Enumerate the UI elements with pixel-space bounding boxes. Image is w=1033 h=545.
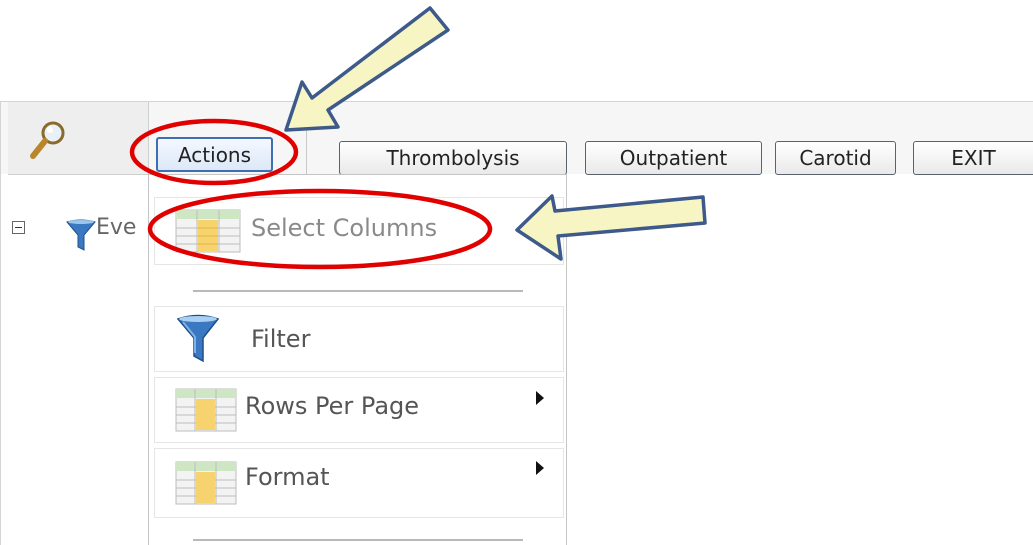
filter-icon bbox=[66, 219, 96, 251]
table-columns-icon bbox=[175, 209, 241, 253]
menu-item-select-columns[interactable]: Select Columns bbox=[154, 197, 564, 265]
menu-item-rows-per-page[interactable]: Rows Per Page bbox=[154, 377, 564, 443]
table-format-icon bbox=[175, 461, 237, 505]
select-columns-label: Select Columns bbox=[251, 214, 438, 242]
menu-item-format[interactable]: Format bbox=[154, 448, 564, 518]
tree-item-label[interactable]: Eve bbox=[96, 215, 136, 240]
filter-icon bbox=[177, 314, 219, 363]
format-label: Format bbox=[245, 463, 330, 491]
carotid-button[interactable]: Carotid bbox=[775, 141, 896, 175]
actions-button[interactable]: Actions bbox=[156, 137, 273, 172]
menu-separator bbox=[193, 539, 523, 541]
menu-separator bbox=[193, 290, 523, 292]
table-rows-icon bbox=[175, 388, 237, 432]
rows-per-page-label: Rows Per Page bbox=[245, 392, 420, 420]
thrombolysis-button[interactable]: Thrombolysis bbox=[339, 141, 567, 175]
menu-item-filter[interactable]: Filter bbox=[154, 306, 564, 372]
submenu-arrow-icon bbox=[536, 391, 544, 405]
toolbar-divider bbox=[306, 102, 307, 174]
search-icon[interactable] bbox=[28, 118, 68, 162]
exit-button[interactable]: EXIT bbox=[913, 141, 1033, 175]
filter-label: Filter bbox=[251, 325, 311, 353]
submenu-arrow-icon bbox=[536, 461, 544, 475]
outpatient-button[interactable]: Outpatient bbox=[585, 141, 762, 175]
tree-collapse-icon[interactable] bbox=[12, 221, 25, 234]
